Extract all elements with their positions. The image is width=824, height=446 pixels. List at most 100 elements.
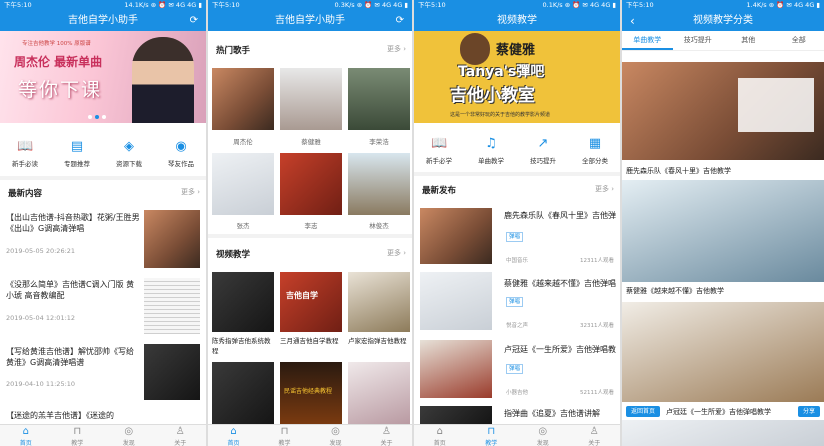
tab-single[interactable]: 单曲教学 [622,31,673,50]
quick-single[interactable]: ♫ 单曲教学 [466,136,516,165]
video-source: 中国音乐 [506,258,529,264]
video-title: 蔡健雅《越来越不懂》吉他弹唱教学 [504,279,616,288]
banner-dots[interactable] [88,115,118,119]
video-cover[interactable]: 民谣吉他经典教程 [280,362,342,424]
article-date: 2019-05-05 20:26:21 [6,247,76,255]
video-source: 小器吉他 [506,390,529,396]
article-title[interactable]: 【迷途的羔羊吉他谱】《迷途的 [6,410,140,422]
compass-icon: ◎ [331,426,340,437]
bottom-tabbar: ⌂ 首页 ⊓ 教学 ◎ 发现 ♙ 关于 [0,424,206,446]
tab-label: 首页 [19,440,32,446]
share-button[interactable]: 分享 [797,406,820,417]
singer-photo[interactable] [212,153,274,215]
quick-topic[interactable]: ▤ 专题推荐 [52,139,102,168]
video-cover[interactable] [348,362,410,424]
section-title: 热门歌手 [216,46,251,56]
quick-all[interactable]: ▦ 全部分类 [570,136,620,165]
section-latest: 最新内容 更多 › [0,187,206,199]
more-link[interactable]: 更多 › [387,44,406,54]
more-link[interactable]: 更多 › [595,184,614,194]
screen-home: 下午5:10 14.1K/s ⊛ ⏰ ✉ 4G 4G ▮ 吉他自学小助手 ⟳ 专注吉… [0,0,206,446]
video-cover[interactable] [212,272,274,332]
teaching-banner[interactable]: 蔡健雅 Tanya's彈吧 吉他小教室 这是一个非常好玩的关于吉他的教学影片频道 [414,31,620,123]
tab-about[interactable]: ♙ 关于 [174,425,186,446]
video-title: 陈秀指弹吉他系统教程 [212,337,271,355]
tab-discover[interactable]: ◎ 发现 [329,425,341,446]
tab-discover[interactable]: ◎ 发现 [537,425,549,446]
tab-about[interactable]: ♙ 关于 [380,425,392,446]
quick-newbie-learn[interactable]: 📖 新手必学 [414,136,464,165]
tab-home[interactable]: ⌂ 首页 [227,425,239,446]
singer-photo[interactable] [280,68,342,130]
status-icons: 0.1K/s ⊛ ⏰ ✉ 4G 4G ▮ [542,1,616,9]
status-bar: 下午5:10 14.1K/s ⊛ ⏰ ✉ 4G 4G ▮ [0,0,206,11]
page-title: 吉他自学小助手 [275,15,345,26]
quick-newbie[interactable]: 📖 新手必读 [0,139,50,168]
banner-line2: 等你下课 [18,79,103,101]
article-title: 【出山吉他谱-抖音热歌】花粥/王胜男《出山》G调高清弹唱 [6,213,140,233]
screen-video-teaching: 下午5:10 0.1K/s ⊛ ⏰ ✉ 4G 4G ▮ 视频教学 蔡健雅 Tany… [414,0,620,446]
video-cover[interactable] [622,62,824,160]
status-bar: 下午5:10 0.1K/s ⊛ ⏰ ✉ 4G 4G ▮ [414,0,620,11]
book-icon: 📖 [431,136,448,151]
record-icon: ◉ [175,139,187,154]
person-icon: ♙ [589,426,599,437]
article-thumb [144,278,200,334]
back-home-button[interactable]: 返回首页 [626,406,661,417]
more-link[interactable]: 更多 › [387,248,406,258]
tab-home[interactable]: ⌂ 首页 [20,425,32,446]
singer-name: 李荣浩 [369,138,389,146]
tab-teach[interactable]: ⊓ 教学 [485,425,497,446]
quick-label: 全部分类 [582,157,608,165]
tab-label: 教学 [485,440,498,446]
singer-photo[interactable] [280,153,342,215]
video-cover[interactable] [212,362,274,424]
status-time: 下午5:10 [418,1,446,9]
tab-discover[interactable]: ◎ 发现 [123,425,135,446]
quick-works[interactable]: ◉ 琴友作品 [156,139,206,168]
refresh-icon[interactable]: ⟳ [396,11,404,31]
banner-small-text: 专注吉他教学 100% 原版谱 [22,41,91,47]
home-banner[interactable]: 专注吉他教学 100% 原版谱 周杰伦 最新单曲 等你下课 [0,31,206,123]
video-cover[interactable] [622,302,824,402]
tab-teach[interactable]: ⊓ 教学 [71,425,83,446]
quick-download[interactable]: ◈ 资源下载 [104,139,154,168]
tab-label: 发现 [329,440,342,446]
music-note-icon: ♫ [485,136,497,151]
singer-name: 李志 [304,222,318,230]
video-cover[interactable] [622,180,824,282]
singer-photo[interactable] [212,68,274,130]
status-time: 下午5:10 [626,1,654,9]
more-link[interactable]: 更多 › [181,187,200,197]
singer-photo[interactable] [348,153,410,215]
video-cover[interactable] [622,420,824,446]
tab-label: 关于 [588,440,601,446]
video-cover[interactable]: 吉他自学 [280,272,342,332]
singer-name: 蔡健雅 [301,138,321,146]
tab-teach[interactable]: ⊓ 教学 [278,425,290,446]
article-thumb [144,344,200,400]
page-title: 吉他自学小助手 [68,15,138,26]
article-date: 2019-04-10 11:25:10 [6,380,76,388]
video-thumb[interactable] [420,406,492,424]
page-title: 视频教学 [497,15,537,26]
video-title[interactable]: 指弹曲《追夏》吉他谱讲解 [504,408,616,419]
tab-other[interactable]: 其他 [723,31,774,50]
refresh-icon[interactable]: ⟳ [190,11,198,31]
status-icons: 0.3K/s ⊛ ⏰ ✉ 4G 4G ▮ [334,1,408,9]
person-icon: ♙ [175,426,185,437]
banner-line1: Tanya's彈吧 [458,64,545,80]
singer-photo[interactable] [348,68,410,130]
tab-all[interactable]: 全部 [774,31,824,50]
app-header: 吉他自学小助手 ⟳ [208,11,412,31]
video-cover[interactable] [348,272,410,332]
status-time: 下午5:10 [212,1,240,9]
quick-label: 单曲教学 [478,157,504,165]
quick-skill[interactable]: ↗ 技巧提升 [518,136,568,165]
category-tabs: 单曲教学 技巧提升 其他 全部 [622,31,824,51]
back-arrow-icon[interactable]: ‹ [630,11,635,31]
tab-skill[interactable]: 技巧提升 [673,31,724,50]
video-caption: 卢冠廷《一生所爱》吉他弹唱教学 [666,408,771,416]
tab-home[interactable]: ⌂ 首页 [434,425,446,446]
tab-about[interactable]: ♙ 关于 [588,425,600,446]
